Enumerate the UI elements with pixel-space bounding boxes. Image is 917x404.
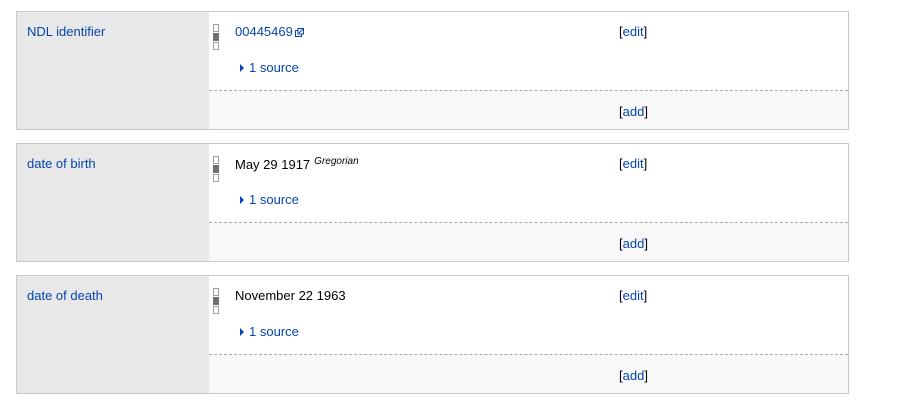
rank-selector-icon[interactable]	[213, 156, 219, 182]
add-toolbar: [add]	[619, 368, 648, 383]
add-button[interactable]: add	[623, 104, 645, 119]
statement-group-ndl-identifier: NDL identifier 00445469 1 source [edit] …	[16, 11, 849, 130]
property-label-date-of-death[interactable]: date of death	[27, 288, 103, 303]
property-cell: NDL identifier	[17, 12, 209, 129]
sources-count: 1 source	[249, 192, 299, 207]
calendar-model: Gregorian	[314, 156, 359, 167]
triangle-right-icon	[240, 64, 244, 72]
sources-toggle[interactable]: 1 source	[240, 324, 299, 339]
statement: 00445469 1 source [edit]	[209, 12, 848, 91]
add-toolbar: [add]	[619, 236, 648, 251]
statement-value: November 22 1963	[235, 288, 346, 303]
property-cell: date of death	[17, 276, 209, 393]
property-label-date-of-birth[interactable]: date of birth	[27, 156, 96, 171]
edit-toolbar: [edit]	[619, 288, 647, 303]
property-label-ndl-identifier[interactable]: NDL identifier	[27, 24, 105, 39]
add-button[interactable]: add	[623, 368, 645, 383]
add-button[interactable]: add	[623, 236, 645, 251]
triangle-right-icon	[240, 328, 244, 336]
edit-button[interactable]: edit	[623, 156, 644, 171]
bracket-close: ]	[644, 368, 648, 383]
bracket-close: ]	[643, 288, 648, 303]
statement-value: 00445469	[235, 24, 304, 39]
ndl-identifier-link[interactable]: 00445469	[235, 24, 293, 39]
statement-value: May 29 1917 Gregorian	[235, 156, 359, 172]
statement-group-date-of-birth: date of birth May 29 1917 Gregorian 1 sou…	[16, 143, 849, 262]
triangle-right-icon	[240, 196, 244, 204]
add-toolbar: [add]	[619, 104, 648, 119]
sources-count: 1 source	[249, 324, 299, 339]
sources-count: 1 source	[249, 60, 299, 75]
rank-selector-icon[interactable]	[213, 288, 219, 314]
bracket-close: ]	[643, 156, 648, 171]
edit-button[interactable]: edit	[623, 288, 644, 303]
bracket-close: ]	[644, 236, 648, 251]
bracket-close: ]	[644, 104, 648, 119]
external-link-icon	[294, 28, 304, 37]
statement: November 22 1963 1 source [edit]	[209, 276, 848, 355]
edit-toolbar: [edit]	[619, 24, 647, 39]
edit-toolbar: [edit]	[619, 156, 647, 171]
sources-toggle[interactable]: 1 source	[240, 192, 299, 207]
property-cell: date of birth	[17, 144, 209, 261]
date-of-birth-value: May 29 1917	[235, 157, 311, 172]
date-of-death-value: November 22 1963	[235, 288, 346, 303]
edit-button[interactable]: edit	[623, 24, 644, 39]
rank-selector-icon[interactable]	[213, 24, 219, 50]
statement: May 29 1917 Gregorian 1 source [edit]	[209, 144, 848, 223]
sources-toggle[interactable]: 1 source	[240, 60, 299, 75]
bracket-close: ]	[643, 24, 648, 39]
statement-group-date-of-death: date of death November 22 1963 1 source …	[16, 275, 849, 394]
